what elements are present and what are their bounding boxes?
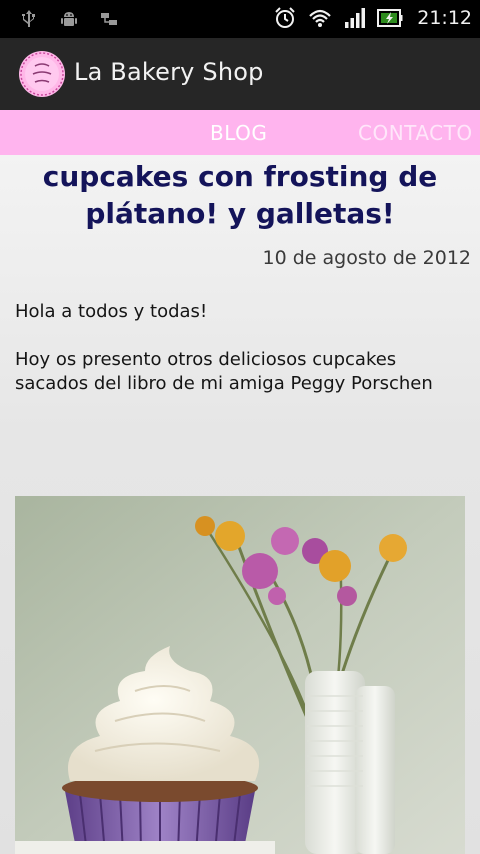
tab-contacto[interactable]: CONTACTO [358,121,473,145]
battery-icon [377,9,403,27]
sync-icon [101,13,117,25]
post-title: cupcakes con frosting de plátano! y gall… [42,160,438,230]
android-debug-icon [61,12,77,26]
post-content[interactable]: cupcakes con frosting de plátano! y gall… [0,155,480,854]
usb-icon [22,10,35,27]
alarm-icon [275,7,295,28]
post-date: 10 de agosto de 2012 [262,247,472,269]
status-left-icons [18,8,120,30]
nav-tabs: BLOG CONTACTO [0,110,480,155]
app-title: La Bakery Shop [74,58,264,86]
cupcake-photo[interactable] [15,496,465,854]
status-bar: 21:12 [0,0,480,38]
signal-icon [345,8,366,28]
app-bar: La Bakery Shop [0,38,480,110]
wifi-icon [309,9,332,27]
status-right-icons: 21:12 [273,6,472,30]
status-time: 21:12 [417,7,472,29]
tab-blog[interactable]: BLOG [210,121,267,145]
bakery-logo-icon[interactable] [18,50,66,98]
post-paragraph: Hola a todos y todas! [15,301,208,322]
post-paragraph: Hoy os presento otros deliciosos cupcake… [15,349,433,394]
